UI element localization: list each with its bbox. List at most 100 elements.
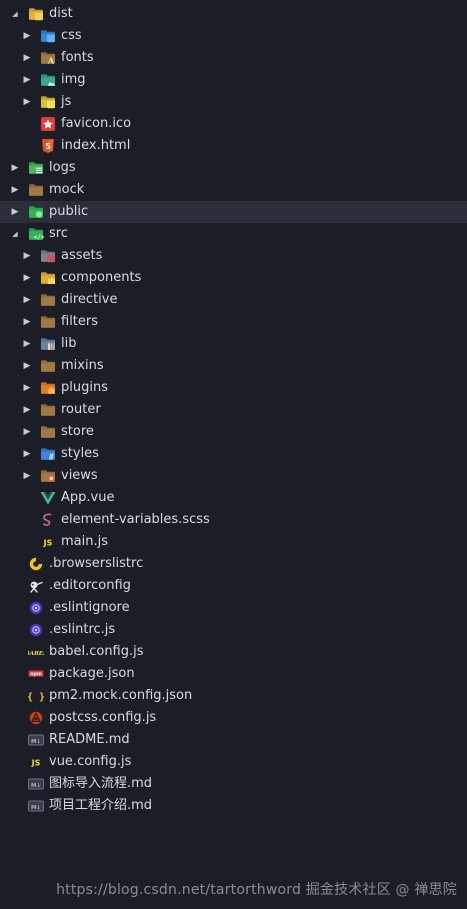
chevron-right-icon[interactable]: ▶	[22, 311, 32, 333]
chevron-right-icon[interactable]: ▶	[22, 443, 32, 465]
tree-item-mixins[interactable]: ▶ mixins	[0, 355, 467, 377]
tree-item-element-variables-scss[interactable]: element-variables.scss	[0, 509, 467, 531]
folder-logs-icon	[28, 161, 44, 175]
tree-item-readme-md[interactable]: M↓ README.md	[0, 729, 467, 751]
chevron-right-icon[interactable]: ▶	[22, 377, 32, 399]
chevron-right-icon[interactable]: ▶	[22, 25, 32, 47]
folder-js-icon	[40, 95, 56, 109]
tree-item-dist[interactable]: ◢ dist	[0, 3, 467, 25]
svg-text:M↓: M↓	[31, 738, 41, 745]
chevron-right-icon[interactable]: ▶	[10, 179, 20, 201]
tree-item-fonts[interactable]: ▶ Afonts	[0, 47, 467, 69]
svg-text:A: A	[47, 55, 55, 65]
js-file-icon: JS	[40, 535, 56, 549]
tree-item-label: logs	[49, 160, 76, 175]
tree-item-label: README.md	[49, 732, 130, 747]
tree-item-项目工程介绍-md[interactable]: M↓ 项目工程介绍.md	[0, 795, 467, 817]
tree-item-main-js[interactable]: JS main.js	[0, 531, 467, 553]
folder-icon	[40, 315, 56, 329]
chevron-right-icon[interactable]: ▶	[10, 157, 20, 179]
chevron-right-icon[interactable]: ▶	[22, 69, 32, 91]
babel-file-icon: BABEL	[28, 645, 44, 659]
tree-item-src[interactable]: ◢ </> src	[0, 223, 467, 245]
tree-item-img[interactable]: ▶ img	[0, 69, 467, 91]
chevron-right-icon[interactable]: ▶	[22, 421, 32, 443]
chevron-right-icon[interactable]: ▶	[22, 245, 32, 267]
tree-item-css[interactable]: ▶ css	[0, 25, 467, 47]
tree-item-label: plugins	[61, 380, 108, 395]
chevron-right-icon[interactable]: ▶	[22, 399, 32, 421]
tree-item-directive[interactable]: ▶ directive	[0, 289, 467, 311]
tree-item-browserslistrc[interactable]: .browserslistrc	[0, 553, 467, 575]
tree-item-logs[interactable]: ▶ logs	[0, 157, 467, 179]
tree-item-label: favicon.ico	[61, 116, 132, 131]
tree-item-store[interactable]: ▶ store	[0, 421, 467, 443]
chevron-right-icon[interactable]: ▶	[22, 47, 32, 69]
tree-item-styles[interactable]: ▶ styles	[0, 443, 467, 465]
tree-item-babel-config-js[interactable]: BABEL babel.config.js	[0, 641, 467, 663]
tree-item-app-vue[interactable]: App.vue	[0, 487, 467, 509]
tree-item-eslintignore[interactable]: .eslintignore	[0, 597, 467, 619]
folder-plugins-icon	[40, 381, 56, 395]
chevron-right-icon[interactable]: ▶	[22, 289, 32, 311]
tree-item-label: components	[61, 270, 142, 285]
chevron-down-icon[interactable]: ◢	[10, 223, 20, 245]
tree-item-label: js	[61, 94, 72, 109]
tree-item-plugins[interactable]: ▶ plugins	[0, 377, 467, 399]
tree-item-components[interactable]: ▶ components	[0, 267, 467, 289]
browserslist-file-icon	[28, 557, 44, 571]
folder-components-icon	[40, 271, 56, 285]
svg-text:npm: npm	[30, 672, 42, 677]
tree-item-label: fonts	[61, 50, 94, 65]
chevron-right-icon[interactable]: ▶	[22, 355, 32, 377]
tree-item-label: .eslintrc.js	[49, 622, 116, 637]
tree-item-router[interactable]: ▶ router	[0, 399, 467, 421]
tree-item-label: filters	[61, 314, 99, 329]
chevron-right-icon[interactable]: ▶	[10, 201, 20, 223]
editorconfig-file-icon	[28, 579, 44, 593]
tree-item-editorconfig[interactable]: .editorconfig	[0, 575, 467, 597]
tree-item-filters[interactable]: ▶ filters	[0, 311, 467, 333]
tree-item-favicon-ico[interactable]: favicon.ico	[0, 113, 467, 135]
html5-file-icon: 5	[40, 139, 56, 153]
chevron-right-icon[interactable]: ▶	[22, 465, 32, 487]
markdown-file-icon: M↓	[28, 777, 44, 791]
folder-lib-icon	[40, 337, 56, 351]
chevron-right-icon[interactable]: ▶	[22, 333, 32, 355]
tree-item-label: App.vue	[61, 490, 115, 505]
tree-item-label: package.json	[49, 666, 135, 681]
tree-item-pm2-mock-config-json[interactable]: { } pm2.mock.config.json	[0, 685, 467, 707]
tree-item-label: router	[61, 402, 101, 417]
tree-item-eslintrc-js[interactable]: .eslintrc.js	[0, 619, 467, 641]
tree-item-vue-config-js[interactable]: JS vue.config.js	[0, 751, 467, 773]
tree-item-label: img	[61, 72, 86, 87]
tree-item-postcss-config-js[interactable]: postcss.config.js	[0, 707, 467, 729]
tree-item-label: .browserslistrc	[49, 556, 144, 571]
tree-item-label: 图标导入流程.md	[49, 776, 153, 791]
folder-styles-icon	[40, 447, 56, 461]
tree-item-label: assets	[61, 248, 103, 263]
chevron-down-icon[interactable]: ◢	[10, 3, 20, 25]
json-file-icon: { }	[28, 689, 44, 703]
tree-item-public[interactable]: ▶ public	[0, 201, 467, 223]
tree-item-mock[interactable]: ▶ mock	[0, 179, 467, 201]
markdown-file-icon: M↓	[28, 799, 44, 813]
tree-item-label: views	[61, 468, 98, 483]
postcss-file-icon	[28, 711, 44, 725]
tree-item-label: store	[61, 424, 94, 439]
tree-item-label: postcss.config.js	[49, 710, 157, 725]
tree-item-index-html[interactable]: 5 index.html	[0, 135, 467, 157]
chevron-right-icon[interactable]: ▶	[22, 91, 32, 113]
tree-item-package-json[interactable]: npm package.json	[0, 663, 467, 685]
tree-item-图标导入流程-md[interactable]: M↓ 图标导入流程.md	[0, 773, 467, 795]
chevron-right-icon[interactable]: ▶	[22, 267, 32, 289]
tree-item-assets[interactable]: ▶ assets	[0, 245, 467, 267]
tree-item-js[interactable]: ▶ js	[0, 91, 467, 113]
tree-item-label: babel.config.js	[49, 644, 144, 659]
folder-images-icon	[40, 73, 56, 87]
tree-item-views[interactable]: ▶ views	[0, 465, 467, 487]
file-explorer-tree: ◢ dist ▶ css ▶ Afonts ▶ img ▶ js favicon.ico 5 index…	[0, 3, 467, 817]
eslint-file-icon	[28, 623, 44, 637]
tree-item-label: vue.config.js	[49, 754, 132, 769]
tree-item-lib[interactable]: ▶ lib	[0, 333, 467, 355]
